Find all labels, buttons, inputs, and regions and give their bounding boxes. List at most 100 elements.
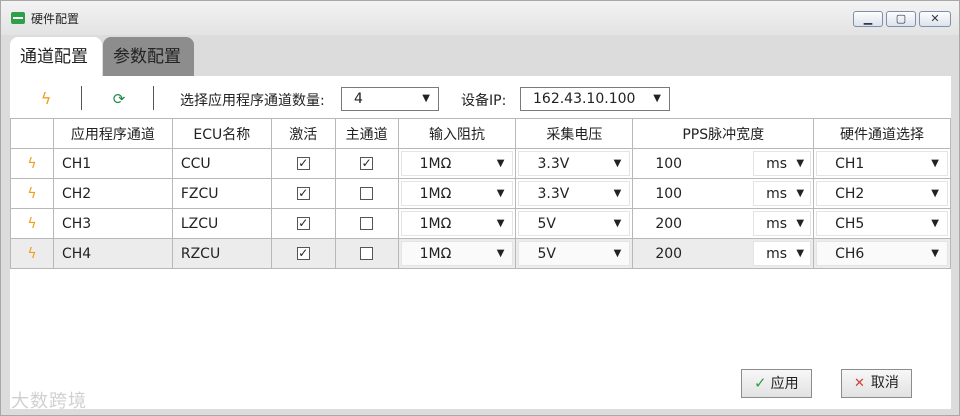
main-channel-checkbox[interactable] — [360, 187, 374, 200]
chevron-down-icon: ▼ — [931, 218, 939, 229]
window-title: 硬件配置 — [31, 12, 80, 26]
voltage-cell: 3.3V ▼ — [515, 148, 634, 179]
app-channel-cell: CH3 — [52, 208, 173, 239]
hw-channel-select[interactable]: CH2 ▼ — [816, 181, 948, 206]
toolbar-divider — [81, 86, 82, 110]
pps-unit-select[interactable]: ms ▼ — [753, 241, 812, 266]
channel-count-label: 选择应用程序通道数量: — [180, 93, 325, 109]
channel-count-select[interactable]: 4 ▼ — [341, 87, 439, 111]
lightning-icon[interactable]: ϟ — [36, 89, 56, 109]
table-row[interactable]: ϟ CH3 LZCU ✓ 1MΩ ▼ 5V ▼ 200 ms ▼ CH5 ▼ — [10, 208, 951, 239]
minimize-button[interactable]: ▁ — [853, 11, 883, 27]
impedance-select[interactable]: 1MΩ ▼ — [400, 211, 514, 236]
pps-width-input[interactable]: 200 — [655, 243, 682, 265]
pps-width-input[interactable]: 100 — [655, 153, 682, 175]
impedance-value: 1MΩ — [419, 216, 452, 232]
toolbar-divider — [153, 86, 154, 110]
pps-unit-select[interactable]: ms ▼ — [753, 211, 812, 236]
active-checkbox[interactable]: ✓ — [296, 157, 310, 170]
impedance-cell: 1MΩ ▼ — [397, 148, 517, 179]
chevron-down-icon: ▼ — [653, 93, 661, 104]
chevron-down-icon: ▼ — [496, 218, 505, 229]
tab-channel-config[interactable]: 通道配置 — [10, 37, 102, 77]
main-channel-checkbox[interactable] — [360, 247, 374, 260]
chevron-down-icon: ▼ — [422, 93, 430, 104]
chevron-down-icon: ▼ — [613, 248, 622, 259]
voltage-select[interactable]: 3.3V ▼ — [518, 181, 631, 206]
voltage-value: 3.3V — [537, 186, 570, 202]
main-channel-checkbox[interactable] — [360, 217, 374, 230]
header-main-channel: 主通道 — [334, 118, 399, 149]
active-checkbox[interactable]: ✓ — [296, 217, 310, 230]
voltage-select[interactable]: 5V ▼ — [518, 241, 631, 266]
hw-channel-cell: CH5 ▼ — [813, 208, 951, 239]
title-bar: 硬件配置 ▁ ▢ ✕ — [1, 1, 959, 35]
hw-channel-cell: CH6 ▼ — [813, 238, 951, 269]
pps-cell: 200 ms ▼ — [632, 238, 815, 269]
pps-unit-select[interactable]: ms ▼ — [753, 181, 812, 206]
hw-channel-select[interactable]: CH6 ▼ — [816, 241, 948, 266]
chevron-down-icon: ▼ — [496, 158, 505, 169]
hw-channel-cell: CH1 ▼ — [813, 148, 951, 179]
maximize-button[interactable]: ▢ — [886, 11, 916, 27]
active-checkbox[interactable]: ✓ — [296, 187, 310, 200]
app-channel-cell: CH2 — [52, 178, 173, 209]
chevron-down-icon: ▼ — [796, 248, 805, 259]
device-ip-select[interactable]: 162.43.10.100 ▼ — [520, 87, 670, 111]
header-voltage: 采集电压 — [515, 118, 634, 149]
voltage-select[interactable]: 3.3V ▼ — [518, 151, 631, 176]
pps-unit-value: ms — [766, 246, 788, 262]
pps-cell: 100 ms ▼ — [632, 178, 815, 209]
app-channel-cell: CH4 — [52, 238, 173, 269]
header-hw-channel: 硬件通道选择 — [813, 118, 951, 149]
channel-table: 应用程序通道 ECU名称 激活 主通道 输入阻抗 采集电压 PPS脉冲宽度 硬件… — [10, 118, 951, 269]
ecu-name-cell[interactable]: FZCU — [171, 178, 272, 209]
voltage-cell: 3.3V ▼ — [515, 178, 634, 209]
impedance-select[interactable]: 1MΩ ▼ — [400, 181, 514, 206]
table-row[interactable]: ϟ CH2 FZCU ✓ 1MΩ ▼ 3.3V ▼ 100 ms ▼ CH2 ▼ — [10, 178, 951, 209]
pps-unit-value: ms — [766, 156, 788, 172]
close-button[interactable]: ✕ — [919, 11, 951, 27]
chevron-down-icon: ▼ — [496, 248, 505, 259]
chevron-down-icon: ▼ — [796, 218, 805, 229]
impedance-select[interactable]: 1MΩ ▼ — [400, 151, 514, 176]
header-icon-col — [10, 118, 54, 149]
refresh-icon[interactable]: ⟳ — [109, 89, 129, 109]
lightning-icon[interactable]: ϟ — [10, 238, 54, 269]
ecu-name-cell[interactable]: CCU — [171, 148, 272, 179]
cancel-label: 取消 — [870, 375, 899, 391]
lightning-icon[interactable]: ϟ — [10, 148, 54, 179]
lightning-icon[interactable]: ϟ — [10, 208, 54, 239]
tab-parameter-config[interactable]: 参数配置 — [103, 37, 194, 77]
main-channel-cell — [334, 178, 399, 209]
active-cell: ✓ — [270, 148, 336, 179]
main-channel-cell — [334, 238, 399, 269]
pps-width-input[interactable]: 100 — [655, 183, 682, 205]
hw-channel-value: CH1 — [835, 156, 865, 172]
apply-button[interactable]: ✓ 应用 — [741, 369, 812, 398]
chevron-down-icon: ▼ — [613, 158, 622, 169]
header-app-channel: 应用程序通道 — [52, 118, 173, 149]
voltage-value: 5V — [537, 246, 556, 262]
ecu-name-cell[interactable]: RZCU — [171, 238, 272, 269]
ecu-name-cell[interactable]: LZCU — [171, 208, 272, 239]
chevron-down-icon: ▼ — [931, 188, 939, 199]
voltage-select[interactable]: 5V ▼ — [518, 211, 631, 236]
active-checkbox[interactable]: ✓ — [296, 247, 310, 260]
table-row[interactable]: ϟ CH1 CCU ✓ ✓ 1MΩ ▼ 3.3V ▼ 100 ms ▼ CH1 ▼ — [10, 148, 951, 179]
table-row[interactable]: ϟ CH4 RZCU ✓ 1MΩ ▼ 5V ▼ 200 ms ▼ CH6 ▼ — [10, 238, 951, 269]
chevron-down-icon: ▼ — [496, 188, 505, 199]
pps-width-input[interactable]: 200 — [655, 213, 682, 235]
watermark-logo: 大数跨境 — [11, 387, 87, 413]
main-channel-checkbox[interactable]: ✓ — [360, 157, 374, 170]
pps-cell: 100 ms ▼ — [632, 148, 815, 179]
chevron-down-icon: ▼ — [931, 248, 939, 259]
watermark-text: 大数跨境 — [11, 391, 87, 412]
pps-unit-select[interactable]: ms ▼ — [753, 151, 812, 176]
impedance-select[interactable]: 1MΩ ▼ — [400, 241, 514, 266]
hw-channel-select[interactable]: CH1 ▼ — [816, 151, 948, 176]
hw-channel-select[interactable]: CH5 ▼ — [816, 211, 948, 236]
lightning-icon[interactable]: ϟ — [10, 178, 54, 209]
cancel-button[interactable]: ✕ 取消 — [841, 369, 912, 398]
checkmark-icon: ✓ — [754, 374, 767, 392]
